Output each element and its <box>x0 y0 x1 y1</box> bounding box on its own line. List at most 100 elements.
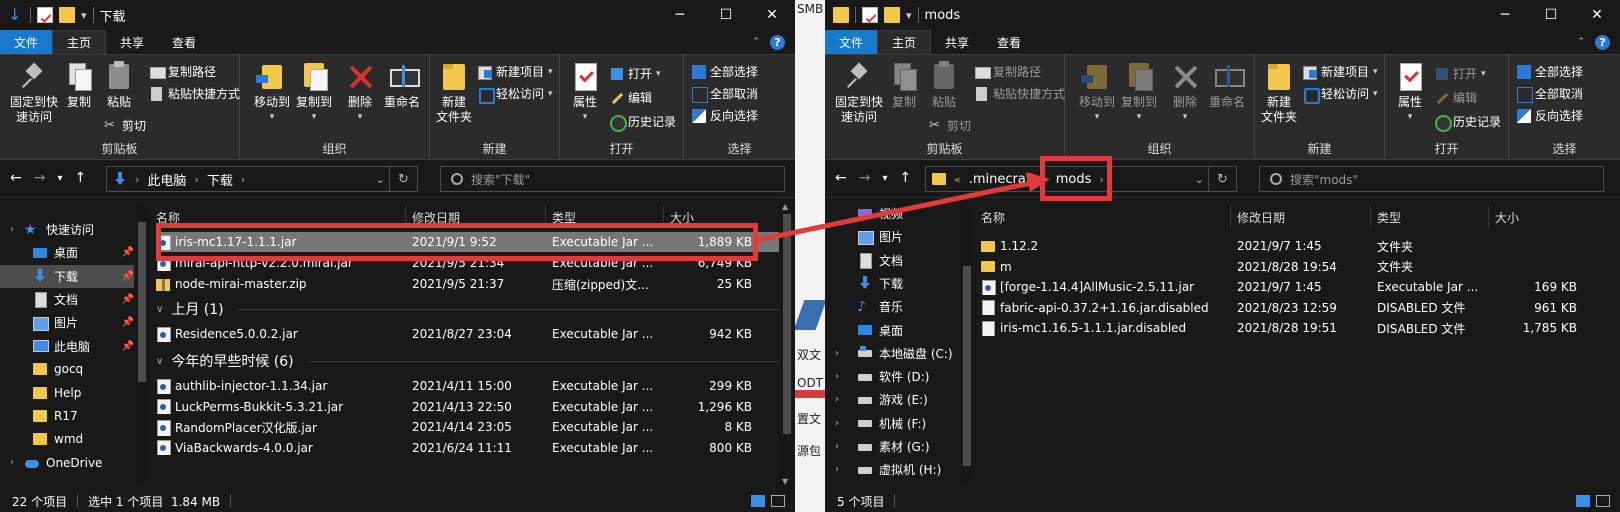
expand-chevron-icon[interactable]: › <box>835 394 839 405</box>
refresh-icon[interactable]: ↻ <box>1208 167 1236 191</box>
file-row[interactable]: ViaBackwards-4.0.0.jar 2021/6/24 11:11 Exe… <box>156 438 779 458</box>
customize-toolbar-icon[interactable]: ▾ <box>81 9 87 22</box>
search-box[interactable]: 搜索"下载" <box>440 166 785 192</box>
new-folder-button[interactable]: 新建 文件夹 <box>1259 61 1299 125</box>
back-arrow-icon[interactable]: ← <box>835 170 847 186</box>
tab-file[interactable]: 文件 <box>825 30 878 54</box>
address-dropdown-icon[interactable]: ⌄ <box>376 173 385 186</box>
file-row[interactable]: iris-mc1.16.5-1.1.1.jar.disabled 2021/8/2… <box>981 318 1604 338</box>
nav-item[interactable]: 视频 <box>825 202 959 225</box>
nav-item[interactable]: › 素材 (G:) <box>825 435 959 458</box>
nav-scrollbar[interactable] <box>136 206 148 482</box>
nav-item[interactable]: 文档 📌 <box>0 288 134 311</box>
invert-selection-button[interactable]: 反向选择 <box>1517 107 1583 124</box>
nav-item[interactable]: R17 <box>0 404 134 427</box>
easy-access-button[interactable]: 轻松访问 ▾ <box>478 85 553 104</box>
easy-access-button[interactable]: 轻松访问 ▾ <box>1303 85 1378 104</box>
file-row[interactable]: RandomPlacer汉化版.jar 2021/4/14 23:05 Execut… <box>156 417 779 437</box>
up-arrow-icon[interactable]: ↑ <box>900 170 912 186</box>
history-button[interactable]: 历史记录 <box>610 113 676 132</box>
address-dropdown-icon[interactable]: ⌄ <box>1195 173 1204 186</box>
scroll-up-icon[interactable]: ▲ <box>782 202 788 211</box>
invert-selection-button[interactable]: 反向选择 <box>692 107 758 124</box>
maximize-button[interactable]: ☐ <box>1528 0 1574 30</box>
open-button[interactable]: 打开 ▾ <box>1435 65 1486 82</box>
tab-home[interactable]: 主页 <box>877 30 932 54</box>
rename-button[interactable]: 重命名 <box>1205 61 1249 110</box>
history-button[interactable]: 历史记录 <box>1435 113 1501 132</box>
column-name[interactable]: 名称 <box>150 206 406 228</box>
file-list-scrollbar[interactable]: ▲ ▼ <box>779 198 795 490</box>
scroll-down-icon[interactable]: ▼ <box>782 477 788 486</box>
collapse-chevron-icon[interactable]: ∨ <box>156 356 163 367</box>
nav-item[interactable]: › 软件 (D:) <box>825 365 959 388</box>
new-item-button[interactable]: 新建项目 ▾ <box>1303 63 1378 80</box>
large-icons-view-icon[interactable] <box>1596 495 1610 507</box>
collapse-ribbon-icon[interactable]: ⌃ <box>1577 37 1585 47</box>
expand-chevron-icon[interactable]: › <box>10 457 14 468</box>
new-item-button[interactable]: 新建项目 ▾ <box>478 63 553 80</box>
copy-path-button[interactable]: 复制路径 <box>150 63 216 80</box>
paste-shortcut-button[interactable]: 粘贴快捷方式 <box>150 85 240 102</box>
minimize-button[interactable]: ─ <box>657 0 703 30</box>
file-row[interactable]: node-mirai-master.zip 2021/9/5 21:37 压缩(zi… <box>156 274 779 294</box>
minimize-button[interactable]: ─ <box>1482 0 1528 30</box>
recent-locations-icon[interactable]: ▾ <box>57 173 62 184</box>
help-icon[interactable]: ? <box>770 34 785 50</box>
properties-icon[interactable] <box>862 7 878 23</box>
delete-button[interactable]: 删除 ▾ <box>344 61 376 125</box>
nav-item[interactable]: › 游戏 (E:) <box>825 388 959 411</box>
file-row[interactable]: Residence5.0.0.2.jar 2021/8/27 23:04 Execu… <box>156 324 779 344</box>
tab-share[interactable]: 共享 <box>106 30 158 54</box>
properties-button[interactable]: 属性 ▾ <box>568 61 602 125</box>
copy-to-button[interactable]: 复制到 ▾ <box>294 61 334 125</box>
expand-chevron-icon[interactable]: › <box>835 371 839 382</box>
group-header[interactable]: ∨ 上月 (1) <box>156 298 779 320</box>
large-icons-view-icon[interactable] <box>771 495 785 507</box>
nav-item[interactable]: wmd <box>0 428 134 451</box>
nav-item[interactable]: Help <box>0 381 134 404</box>
properties-icon[interactable] <box>37 7 53 23</box>
nav-item[interactable]: 图片 📌 <box>0 311 134 334</box>
maximize-button[interactable]: ☐ <box>703 0 749 30</box>
expand-chevron-icon[interactable]: › <box>835 464 839 475</box>
collapse-chevron-icon[interactable]: ∨ <box>156 304 163 315</box>
expand-chevron-icon[interactable]: › <box>835 441 839 452</box>
select-all-button[interactable]: 全部选择 <box>692 63 758 80</box>
collapse-ribbon-icon[interactable]: ⌃ <box>752 37 760 47</box>
rename-button[interactable]: 重命名 <box>380 61 424 110</box>
file-row[interactable]: LuckPerms-Bukkit-5.3.21.jar 2021/4/13 22:… <box>156 397 779 417</box>
scrollbar-thumb[interactable] <box>783 214 791 434</box>
edit-button[interactable]: 编辑 <box>610 89 652 106</box>
tab-file[interactable]: 文件 <box>0 30 53 54</box>
details-view-icon[interactable] <box>751 495 765 507</box>
new-folder-icon[interactable] <box>884 7 900 23</box>
pin-quick-access-button[interactable]: 固定到快 速访问 <box>831 61 887 125</box>
nav-item[interactable]: › ★ 快速访问 <box>0 218 134 241</box>
paste-button[interactable]: 粘贴 <box>927 61 961 110</box>
copy-button[interactable]: 复制 <box>887 61 921 110</box>
address-bar[interactable]: › 此电脑 › 下载 › ⌄ ↻ <box>106 166 418 192</box>
breadcrumb-this-pc[interactable]: 此电脑 <box>147 170 186 189</box>
breadcrumb-downloads[interactable]: 下载 <box>207 170 233 189</box>
cut-button[interactable]: ✂ 剪切 <box>104 117 146 134</box>
copy-to-button[interactable]: 复制到 ▾ <box>1119 61 1159 125</box>
column-type[interactable]: 类型 <box>546 206 664 228</box>
forward-arrow-icon[interactable]: → <box>859 170 871 186</box>
select-none-button[interactable]: 全部取消 <box>1517 85 1583 103</box>
nav-item[interactable]: › OneDrive <box>0 451 134 474</box>
forward-arrow-icon[interactable]: → <box>34 170 46 186</box>
address-bar[interactable]: « .minecraft › mods › ⌄ ↻ <box>925 166 1237 192</box>
nav-item[interactable]: ♪ 音乐 <box>825 295 959 318</box>
tab-view[interactable]: 查看 <box>158 30 210 54</box>
copy-button[interactable]: 复制 <box>62 61 96 110</box>
customize-toolbar-icon[interactable]: ▾ <box>906 9 912 22</box>
paste-button[interactable]: 粘贴 <box>102 61 136 110</box>
details-view-icon[interactable] <box>1576 495 1590 507</box>
file-row[interactable]: [forge-1.14.4]AllMusic-2.5.11.jar 2021/9/… <box>981 277 1604 297</box>
close-button[interactable]: ✕ <box>1574 0 1620 30</box>
recent-locations-icon[interactable]: ▾ <box>882 173 887 184</box>
nav-item[interactable]: 图片 <box>825 225 959 248</box>
expand-chevron-icon[interactable]: › <box>835 348 839 359</box>
scrollbar-thumb[interactable] <box>138 222 146 382</box>
